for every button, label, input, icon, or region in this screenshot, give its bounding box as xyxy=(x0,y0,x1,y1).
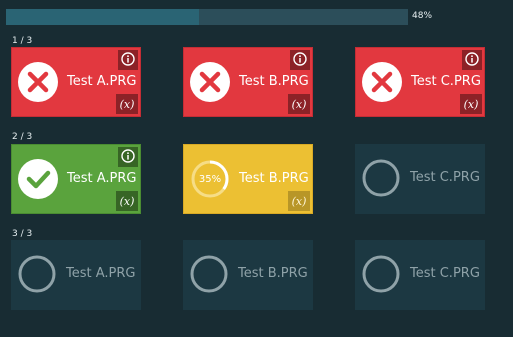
variables-button[interactable]: (x) xyxy=(288,94,310,114)
info-button[interactable] xyxy=(462,50,482,70)
test-tile[interactable]: Test C.PRG xyxy=(355,144,485,214)
info-button[interactable] xyxy=(118,50,138,70)
row-label: 2 / 3 xyxy=(12,132,33,142)
x-circle-icon xyxy=(18,62,58,102)
test-name: Test C.PRG xyxy=(411,74,481,89)
test-name: Test B.PRG xyxy=(238,266,308,281)
info-button[interactable] xyxy=(118,147,138,167)
check-circle-icon xyxy=(18,159,58,199)
overall-progress-label: 48% xyxy=(412,11,433,21)
test-name: Test B.PRG xyxy=(239,74,309,89)
variables-button[interactable]: (x) xyxy=(116,94,138,114)
info-icon xyxy=(293,51,307,70)
variables-button[interactable]: (x) xyxy=(288,191,310,211)
test-name: Test A.PRG xyxy=(66,266,136,281)
test-name: Test A.PRG xyxy=(67,171,137,186)
test-tile[interactable]: Test B.PRG (x) xyxy=(183,47,313,117)
test-name: Test A.PRG xyxy=(67,74,137,89)
row-label: 3 / 3 xyxy=(12,229,33,239)
tile-progress-label: 35% xyxy=(198,173,222,185)
test-name: Test C.PRG xyxy=(410,170,480,185)
empty-ring-icon xyxy=(361,158,401,198)
progress-ring-icon: 35% xyxy=(190,159,230,199)
test-tile[interactable]: Test A.PRG xyxy=(11,240,141,310)
test-tile[interactable]: Test C.PRG (x) xyxy=(355,47,485,117)
test-tile[interactable]: Test C.PRG xyxy=(355,240,485,310)
test-name: Test B.PRG xyxy=(239,171,309,186)
empty-ring-icon xyxy=(17,254,57,294)
variables-button[interactable]: (x) xyxy=(116,191,138,211)
empty-ring-icon xyxy=(361,254,401,294)
test-tile[interactable]: Test A.PRG (x) xyxy=(11,144,141,214)
x-circle-icon xyxy=(190,62,230,102)
info-icon xyxy=(121,148,135,167)
overall-progress-fill xyxy=(6,9,199,25)
variables-button[interactable]: (x) xyxy=(460,94,482,114)
info-icon xyxy=(121,51,135,70)
test-tile[interactable]: Test A.PRG (x) xyxy=(11,47,141,117)
x-circle-icon xyxy=(362,62,402,102)
info-button[interactable] xyxy=(290,50,310,70)
empty-ring-icon xyxy=(189,254,229,294)
test-name: Test C.PRG xyxy=(410,266,480,281)
info-icon xyxy=(465,51,479,70)
test-tile[interactable]: 35% Test B.PRG (x) xyxy=(183,144,313,214)
test-tile[interactable]: Test B.PRG xyxy=(183,240,313,310)
row-label: 1 / 3 xyxy=(12,36,33,46)
